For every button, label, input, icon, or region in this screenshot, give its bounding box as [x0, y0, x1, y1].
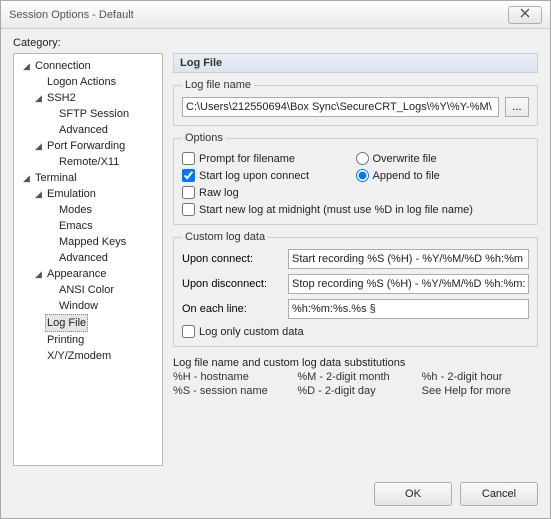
upon-connect-label: Upon connect:	[182, 253, 282, 265]
sub-day: %D - 2-digit day	[297, 385, 413, 397]
tree-ssh2[interactable]: ◢SSH2 SFTP Session Advanced	[32, 90, 160, 138]
dialog-footer: OK Cancel	[374, 482, 538, 506]
on-each-line-label: On each line:	[182, 303, 282, 315]
sub-seehelp: See Help for more	[422, 385, 538, 397]
tree-log-file[interactable]: Log File	[32, 314, 160, 332]
upon-connect-input[interactable]	[288, 249, 529, 269]
tree-remote-x11[interactable]: Remote/X11	[44, 154, 160, 170]
collapse-icon: ◢	[34, 94, 43, 103]
tree-appearance[interactable]: ◢Appearance ANSI Color Window	[32, 266, 160, 314]
upon-disconnect-input[interactable]	[288, 274, 529, 294]
collapse-icon: ◢	[34, 142, 43, 151]
close-button[interactable]	[508, 6, 542, 24]
collapse-icon: ◢	[34, 270, 43, 279]
tree-emulation[interactable]: ◢Emulation Modes Emacs Mapped Keys Advan…	[32, 186, 160, 266]
log-file-name-group: Log file name ...	[173, 79, 538, 126]
options-label: Options	[182, 132, 226, 144]
tree-logon-actions[interactable]: Logon Actions	[32, 74, 160, 90]
substitutions-title: Log file name and custom log data substi…	[173, 357, 538, 369]
tree-modes[interactable]: Modes	[44, 202, 160, 218]
tree-emu-advanced[interactable]: Advanced	[44, 250, 160, 266]
log-file-name-label: Log file name	[182, 79, 254, 91]
on-each-line-input[interactable]	[288, 299, 529, 319]
session-options-dialog: Session Options - Default Category: ◢Con…	[0, 0, 551, 519]
sub-hour: %h - 2-digit hour	[422, 371, 538, 383]
tree-window[interactable]: Window	[44, 298, 160, 314]
window-title: Session Options - Default	[9, 9, 508, 21]
start-new-log-midnight-checkbox[interactable]: Start new log at midnight (must use %D i…	[182, 203, 529, 216]
substitutions-help: Log file name and custom log data substi…	[173, 357, 538, 397]
browse-button[interactable]: ...	[505, 97, 529, 117]
sub-month: %M - 2-digit month	[297, 371, 413, 383]
tree-emacs[interactable]: Emacs	[44, 218, 160, 234]
category-tree[interactable]: ◢Connection Logon Actions ◢SSH2 SFTP Ses…	[13, 53, 163, 466]
tree-xyzmodem[interactable]: X/Y/Zmodem	[32, 348, 160, 364]
tree-terminal[interactable]: ◢Terminal ◢Emulation Modes Emacs Mapped …	[20, 170, 160, 364]
category-label: Category:	[13, 37, 538, 49]
tree-port-forwarding[interactable]: ◢Port Forwarding Remote/X11	[32, 138, 160, 170]
tree-ansi-color[interactable]: ANSI Color	[44, 282, 160, 298]
main-panel: Log File Log file name ... Options Promp…	[173, 53, 538, 466]
raw-log-checkbox[interactable]: Raw log	[182, 186, 529, 199]
sub-hostname: %H - hostname	[173, 371, 289, 383]
tree-printing[interactable]: Printing	[32, 332, 160, 348]
tree-sftp-session[interactable]: SFTP Session	[44, 106, 160, 122]
page-title: Log File	[173, 53, 538, 73]
ok-button[interactable]: OK	[374, 482, 452, 506]
sub-session: %S - session name	[173, 385, 289, 397]
tree-ssh2-advanced[interactable]: Advanced	[44, 122, 160, 138]
collapse-icon: ◢	[22, 62, 31, 71]
close-icon	[519, 8, 531, 21]
custom-log-data-group: Custom log data Upon connect: Upon disco…	[173, 231, 538, 347]
prompt-for-filename-checkbox[interactable]: Prompt for filename	[182, 152, 356, 165]
log-only-custom-data-checkbox[interactable]: Log only custom data	[182, 325, 529, 338]
custom-log-data-label: Custom log data	[182, 231, 268, 243]
overwrite-file-radio[interactable]: Overwrite file	[356, 152, 530, 165]
options-group: Options Prompt for filename Overwrite fi…	[173, 132, 538, 225]
upon-disconnect-label: Upon disconnect:	[182, 278, 282, 290]
collapse-icon: ◢	[22, 174, 31, 183]
start-log-upon-connect-checkbox[interactable]: Start log upon connect	[182, 169, 356, 182]
tree-connection[interactable]: ◢Connection Logon Actions ◢SSH2 SFTP Ses…	[20, 58, 160, 170]
tree-mapped-keys[interactable]: Mapped Keys	[44, 234, 160, 250]
log-file-name-input[interactable]	[182, 97, 499, 117]
append-to-file-radio[interactable]: Append to file	[356, 169, 530, 182]
collapse-icon: ◢	[34, 190, 43, 199]
titlebar: Session Options - Default	[1, 1, 550, 29]
cancel-button[interactable]: Cancel	[460, 482, 538, 506]
